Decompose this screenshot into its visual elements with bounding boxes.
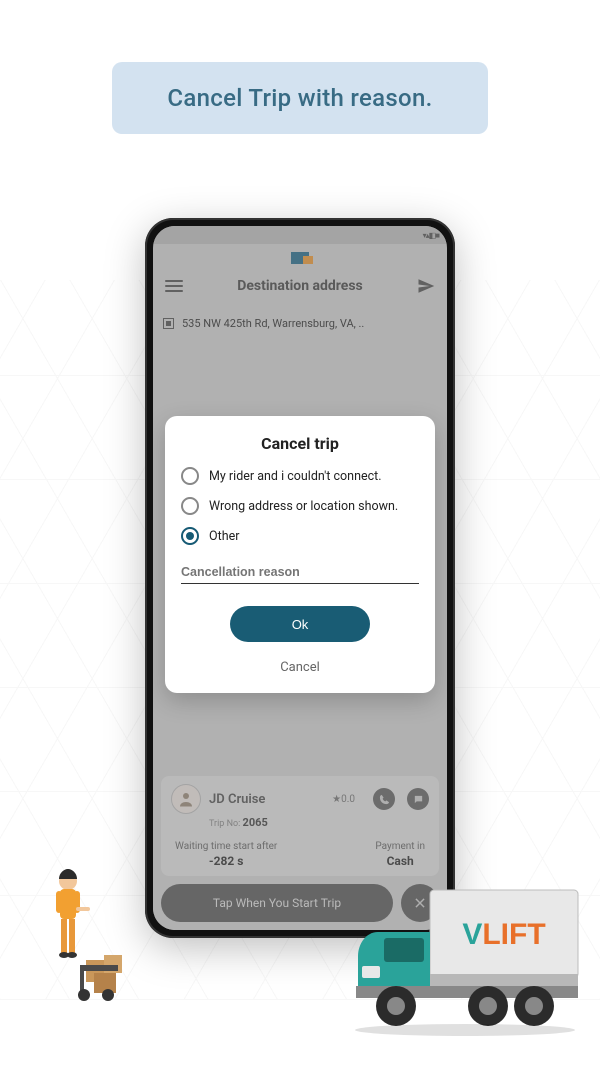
option-label: Other (209, 529, 239, 544)
svg-text:VLIFT: VLIFT (462, 918, 545, 951)
phone-frame: ▾▴◧■ Destination address 535 NW 425th Rd… (145, 218, 455, 938)
cancel-option-other[interactable]: Other (181, 527, 419, 545)
worker-illustration (46, 865, 136, 1005)
cancel-option-wrong-address[interactable]: Wrong address or location shown. (181, 497, 419, 515)
cancel-trip-modal: Cancel trip My rider and i couldn't conn… (165, 416, 435, 693)
cancel-option-connect[interactable]: My rider and i couldn't connect. (181, 467, 419, 485)
cancellation-reason-input[interactable] (181, 559, 419, 584)
radio-icon-selected (181, 527, 199, 545)
modal-title: Cancel trip (181, 434, 419, 453)
truck-illustration: VLIFT (350, 872, 580, 1037)
phone-screen: ▾▴◧■ Destination address 535 NW 425th Rd… (153, 226, 447, 930)
ok-button[interactable]: Ok (230, 606, 370, 642)
option-label: Wrong address or location shown. (209, 499, 398, 514)
banner-title: Cancel Trip with reason. (167, 84, 432, 112)
radio-icon (181, 467, 199, 485)
radio-icon (181, 497, 199, 515)
page-banner: Cancel Trip with reason. (112, 62, 488, 134)
cancel-link[interactable]: Cancel (181, 656, 419, 679)
option-label: My rider and i couldn't connect. (209, 469, 382, 484)
